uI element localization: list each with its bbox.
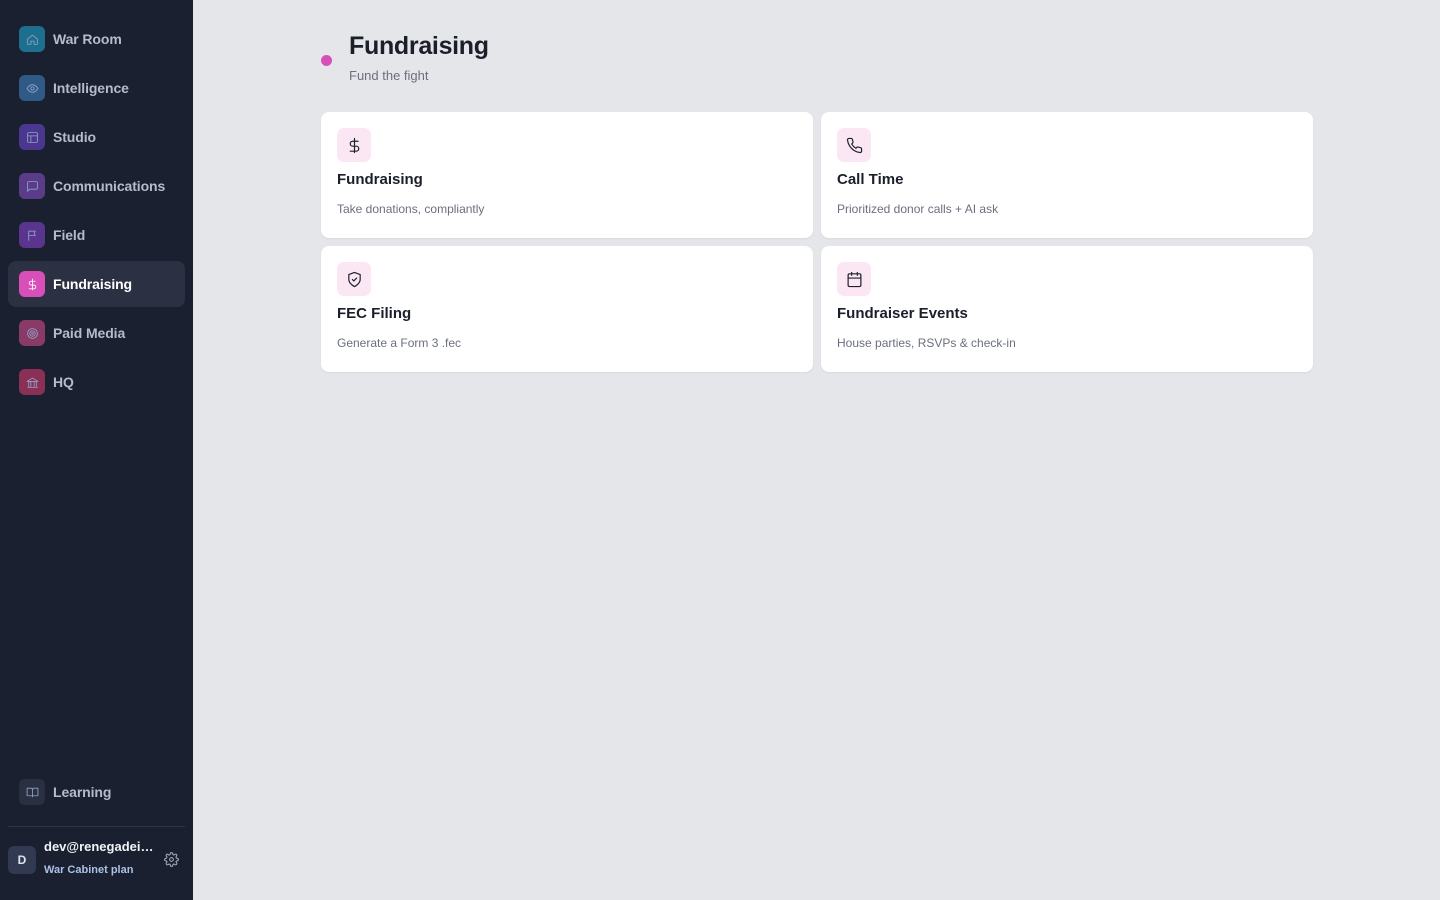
card-fundraising[interactable]: Fundraising Take donations, compliantly	[321, 112, 813, 238]
sidebar-item-label: Learning	[53, 784, 112, 800]
sidebar-item-label: Fundraising	[53, 276, 133, 292]
sidebar-item-intelligence[interactable]: Intelligence	[8, 65, 185, 111]
target-icon	[19, 320, 45, 346]
main-content: Fundraising Fund the fight Fundraising T…	[193, 0, 1440, 900]
sidebar-item-paid-media[interactable]: Paid Media	[8, 310, 185, 356]
settings-gear-icon[interactable]	[164, 852, 179, 867]
sidebar-item-studio[interactable]: Studio	[8, 114, 185, 160]
sidebar-divider	[8, 826, 185, 827]
user-email: dev@renegadeinc.com	[44, 839, 156, 854]
phone-icon	[837, 128, 871, 162]
home-icon	[19, 26, 45, 52]
sidebar-item-label: Communications	[53, 178, 166, 194]
card-description: Take donations, compliantly	[337, 202, 485, 216]
sidebar-item-label: Studio	[53, 129, 96, 145]
card-title: Fundraiser Events	[837, 305, 968, 322]
shield-check-icon	[337, 262, 371, 296]
sidebar-item-label: War Room	[53, 31, 122, 47]
card-description: Prioritized donor calls + AI ask	[837, 202, 999, 216]
card-title: Fundraising	[337, 171, 423, 188]
sidebar-item-fundraising[interactable]: Fundraising	[8, 261, 185, 307]
sidebar-item-label: Paid Media	[53, 325, 126, 341]
card-description: House parties, RSVPs & check-in	[837, 336, 1016, 350]
dollar-icon	[337, 128, 371, 162]
book-icon	[19, 779, 45, 805]
sidebar: War Room Intelligence Studio Communicati…	[0, 0, 193, 900]
user-account[interactable]: D dev@renegadeinc.com War Cabinet plan	[8, 838, 185, 882]
sidebar-item-field[interactable]: Field	[8, 212, 185, 258]
page-subtitle: Fund the fight	[349, 68, 429, 83]
page-title: Fundraising	[349, 32, 489, 60]
card-description: Generate a Form 3 .fec	[337, 336, 462, 350]
layout-icon	[19, 124, 45, 150]
user-plan: War Cabinet plan	[44, 864, 134, 876]
card-title: Call Time	[837, 171, 904, 188]
sidebar-item-learning[interactable]: Learning	[8, 769, 185, 815]
sidebar-item-hq[interactable]: HQ	[8, 359, 185, 405]
sidebar-item-label: Field	[53, 227, 86, 243]
dollar-icon	[19, 271, 45, 297]
card-fec-filing[interactable]: FEC Filing Generate a Form 3 .fec	[321, 246, 813, 372]
card-fundraiser-events[interactable]: Fundraiser Events House parties, RSVPs &…	[821, 246, 1313, 372]
flag-icon	[19, 222, 45, 248]
sidebar-item-war-room[interactable]: War Room	[8, 16, 185, 62]
sidebar-item-label: HQ	[53, 374, 74, 390]
message-icon	[19, 173, 45, 199]
calendar-icon	[837, 262, 871, 296]
avatar: D	[8, 846, 36, 874]
card-title: FEC Filing	[337, 305, 412, 322]
status-dot	[321, 55, 332, 66]
card-call-time[interactable]: Call Time Prioritized donor calls + AI a…	[821, 112, 1313, 238]
sidebar-item-label: Intelligence	[53, 80, 129, 96]
landmark-icon	[19, 369, 45, 395]
sidebar-item-communications[interactable]: Communications	[8, 163, 185, 209]
eye-icon	[19, 75, 45, 101]
